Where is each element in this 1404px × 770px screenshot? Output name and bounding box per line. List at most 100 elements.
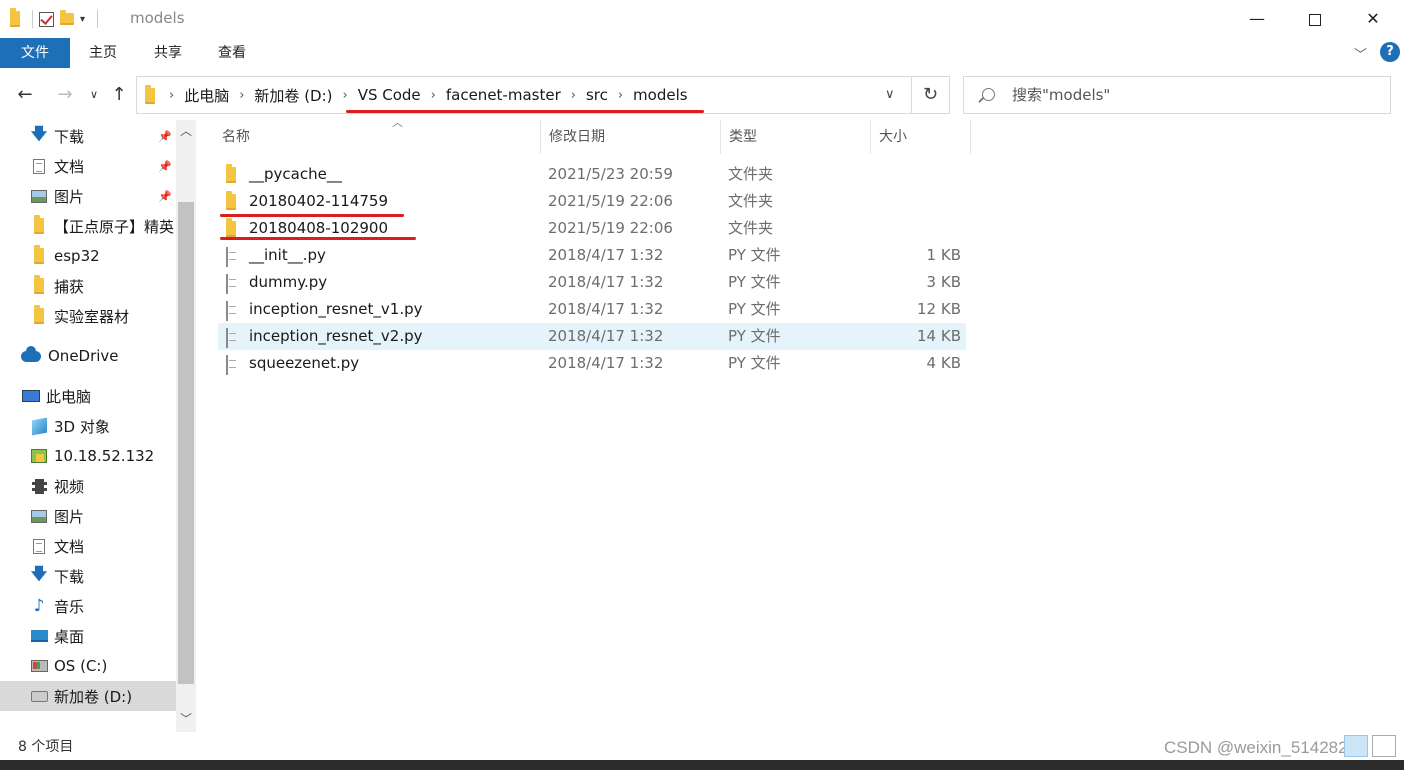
sidebar-item-desktop[interactable]: 桌面 [0, 621, 176, 651]
sidebar-item-esp32[interactable]: esp32 [0, 241, 176, 271]
chevron-right-icon[interactable]: › [237, 88, 246, 103]
file-row-20180402[interactable]: 20180402-114759 2021/5/19 22:06 文件夹 [218, 188, 966, 215]
sidebar-item-videos[interactable]: 视频 [0, 471, 176, 501]
watermark: CSDN @weixin_51428203 [1164, 738, 1367, 757]
file-date: 2018/4/17 1:32 [548, 246, 664, 264]
sidebar-item-pictures-pc[interactable]: 图片 [0, 501, 176, 531]
tab-file[interactable]: 文件 [0, 38, 70, 68]
minimize-button[interactable]: — [1228, 0, 1286, 38]
tab-home[interactable]: 主页 [78, 38, 128, 68]
column-header-name[interactable]: 名称 ︿ [214, 117, 541, 154]
customize-toolbar-icon[interactable]: ▾ [80, 14, 85, 25]
file-type: 文件夹 [728, 219, 774, 237]
scroll-down-icon[interactable]: ﹀ [176, 710, 196, 727]
file-type: PY 文件 [728, 300, 781, 318]
tab-share[interactable]: 共享 [143, 38, 193, 68]
refresh-button[interactable]: ↻ [912, 76, 950, 114]
file-size [868, 215, 961, 242]
column-header-label: 名称 [222, 129, 250, 145]
file-date: 2018/4/17 1:32 [548, 300, 664, 318]
file-name: squeezenet.py [249, 354, 360, 372]
new-folder-icon[interactable] [60, 10, 74, 25]
column-header-size[interactable]: 大小 [871, 120, 971, 154]
file-type: PY 文件 [728, 327, 781, 345]
search-box[interactable] [963, 76, 1391, 114]
sidebar-item-lab-equipment[interactable]: 实验室器材 [0, 301, 176, 331]
file-row-inception-v1[interactable]: inception_resnet_v1.py 2018/4/17 1:32 PY… [218, 296, 966, 323]
chevron-right-icon[interactable]: › [569, 88, 578, 103]
chevron-right-icon[interactable]: › [341, 88, 350, 103]
sidebar-item-drive-c[interactable]: OS (C:) [0, 651, 176, 681]
item-count: 8 个项目 [18, 739, 74, 755]
document-icon [30, 158, 48, 174]
annotation-underline-folder-1 [220, 214, 404, 217]
up-button[interactable]: ↑ [108, 82, 130, 108]
chevron-right-icon[interactable]: › [429, 88, 438, 103]
tab-view[interactable]: 查看 [207, 38, 257, 68]
file-row-inception-v2[interactable]: inception_resnet_v2.py 2018/4/17 1:32 PY… [218, 323, 966, 350]
sidebar-item-documents[interactable]: 文档 📌 [0, 151, 176, 181]
column-header-label: 大小 [879, 129, 907, 145]
sidebar-item-onedrive[interactable]: OneDrive [0, 341, 176, 371]
file-size: 14 KB [917, 327, 961, 345]
scroll-up-icon[interactable]: ︿ [176, 122, 196, 139]
file-row-dummy[interactable]: dummy.py 2018/4/17 1:32 PY 文件 3 KB [218, 269, 966, 296]
sidebar-item-zhengdian[interactable]: 【正点原子】精英 [0, 211, 176, 241]
sidebar-item-label: esp32 [54, 247, 100, 265]
column-header-type[interactable]: 类型 [721, 120, 871, 154]
sidebar-item-label: 3D 对象 [54, 417, 110, 436]
sidebar-item-music[interactable]: ♪ 音乐 [0, 591, 176, 621]
large-icons-view-button[interactable] [1372, 735, 1396, 757]
folder-icon [226, 164, 236, 187]
sidebar-item-label: 图片 [54, 507, 85, 526]
breadcrumb-facenet-master[interactable]: facenet-master [438, 86, 569, 104]
file-size [868, 161, 961, 188]
back-button[interactable]: ← [12, 82, 38, 108]
file-row-pycache[interactable]: __pycache__ 2021/5/23 20:59 文件夹 [218, 161, 966, 188]
chevron-right-icon[interactable]: › [616, 88, 625, 103]
sidebar-item-drive-d[interactable]: 新加卷 (D:) [0, 681, 176, 711]
sidebar-item-downloads[interactable]: 🡇 下载 📌 [0, 121, 176, 151]
file-size: 4 KB [926, 354, 961, 372]
sidebar-item-3d-objects[interactable]: 3D 对象 [0, 411, 176, 441]
sidebar-item-capture[interactable]: 捕获 [0, 271, 176, 301]
sidebar-item-network-drive[interactable]: 10.18.52.132 [0, 441, 176, 471]
file-name: __init__.py [249, 246, 326, 264]
sidebar-item-label: 此电脑 [46, 387, 92, 406]
file-row-init[interactable]: __init__.py 2018/4/17 1:32 PY 文件 1 KB [218, 242, 966, 269]
sidebar-item-downloads-pc[interactable]: 🡇 下载 [0, 561, 176, 591]
file-date: 2021/5/19 22:06 [548, 192, 673, 210]
breadcrumb-this-pc[interactable]: 此电脑 [176, 85, 237, 106]
sidebar-item-label: 桌面 [54, 627, 85, 646]
recent-locations-button[interactable]: ∨ [86, 82, 102, 108]
navigation-pane-scrollbar[interactable]: ︿ ﹀ [176, 120, 196, 732]
column-header-date[interactable]: 修改日期 [541, 120, 721, 154]
breadcrumb-models[interactable]: models [625, 86, 696, 104]
scrollbar-thumb[interactable] [178, 202, 194, 684]
separator [32, 10, 33, 28]
sidebar-item-documents-pc[interactable]: 文档 [0, 531, 176, 561]
quick-access-toolbar: ▾ [10, 8, 99, 30]
file-row-squeezenet[interactable]: squeezenet.py 2018/4/17 1:32 PY 文件 4 KB [218, 350, 966, 377]
expand-ribbon-icon[interactable]: ﹀ [1354, 44, 1367, 63]
file-date: 2018/4/17 1:32 [548, 354, 664, 372]
file-type: PY 文件 [728, 273, 781, 291]
properties-icon[interactable] [39, 11, 54, 27]
address-bar[interactable]: › 此电脑 › 新加卷 (D:) › VS Code › facenet-mas… [136, 76, 912, 114]
breadcrumb-src[interactable]: src [578, 86, 616, 104]
file-date: 2018/4/17 1:32 [548, 327, 664, 345]
breadcrumb-vscode[interactable]: VS Code [350, 86, 429, 104]
forward-button[interactable]: → [52, 82, 78, 108]
maximize-button[interactable] [1286, 0, 1344, 38]
search-input[interactable] [1012, 83, 1372, 107]
details-view-button[interactable] [1344, 735, 1368, 757]
help-icon[interactable]: ? [1380, 42, 1400, 62]
sidebar-item-this-pc[interactable]: 此电脑 [0, 381, 176, 411]
close-button[interactable]: ✕ [1344, 0, 1402, 38]
sidebar-item-pictures[interactable]: 图片 📌 [0, 181, 176, 211]
breadcrumb-drive-d[interactable]: 新加卷 (D:) [246, 85, 340, 106]
chevron-right-icon[interactable]: › [167, 88, 176, 103]
sidebar-item-label: 文档 [54, 157, 85, 176]
music-icon: ♪ [33, 596, 45, 616]
address-history-dropdown[interactable]: ∨ [885, 87, 895, 102]
